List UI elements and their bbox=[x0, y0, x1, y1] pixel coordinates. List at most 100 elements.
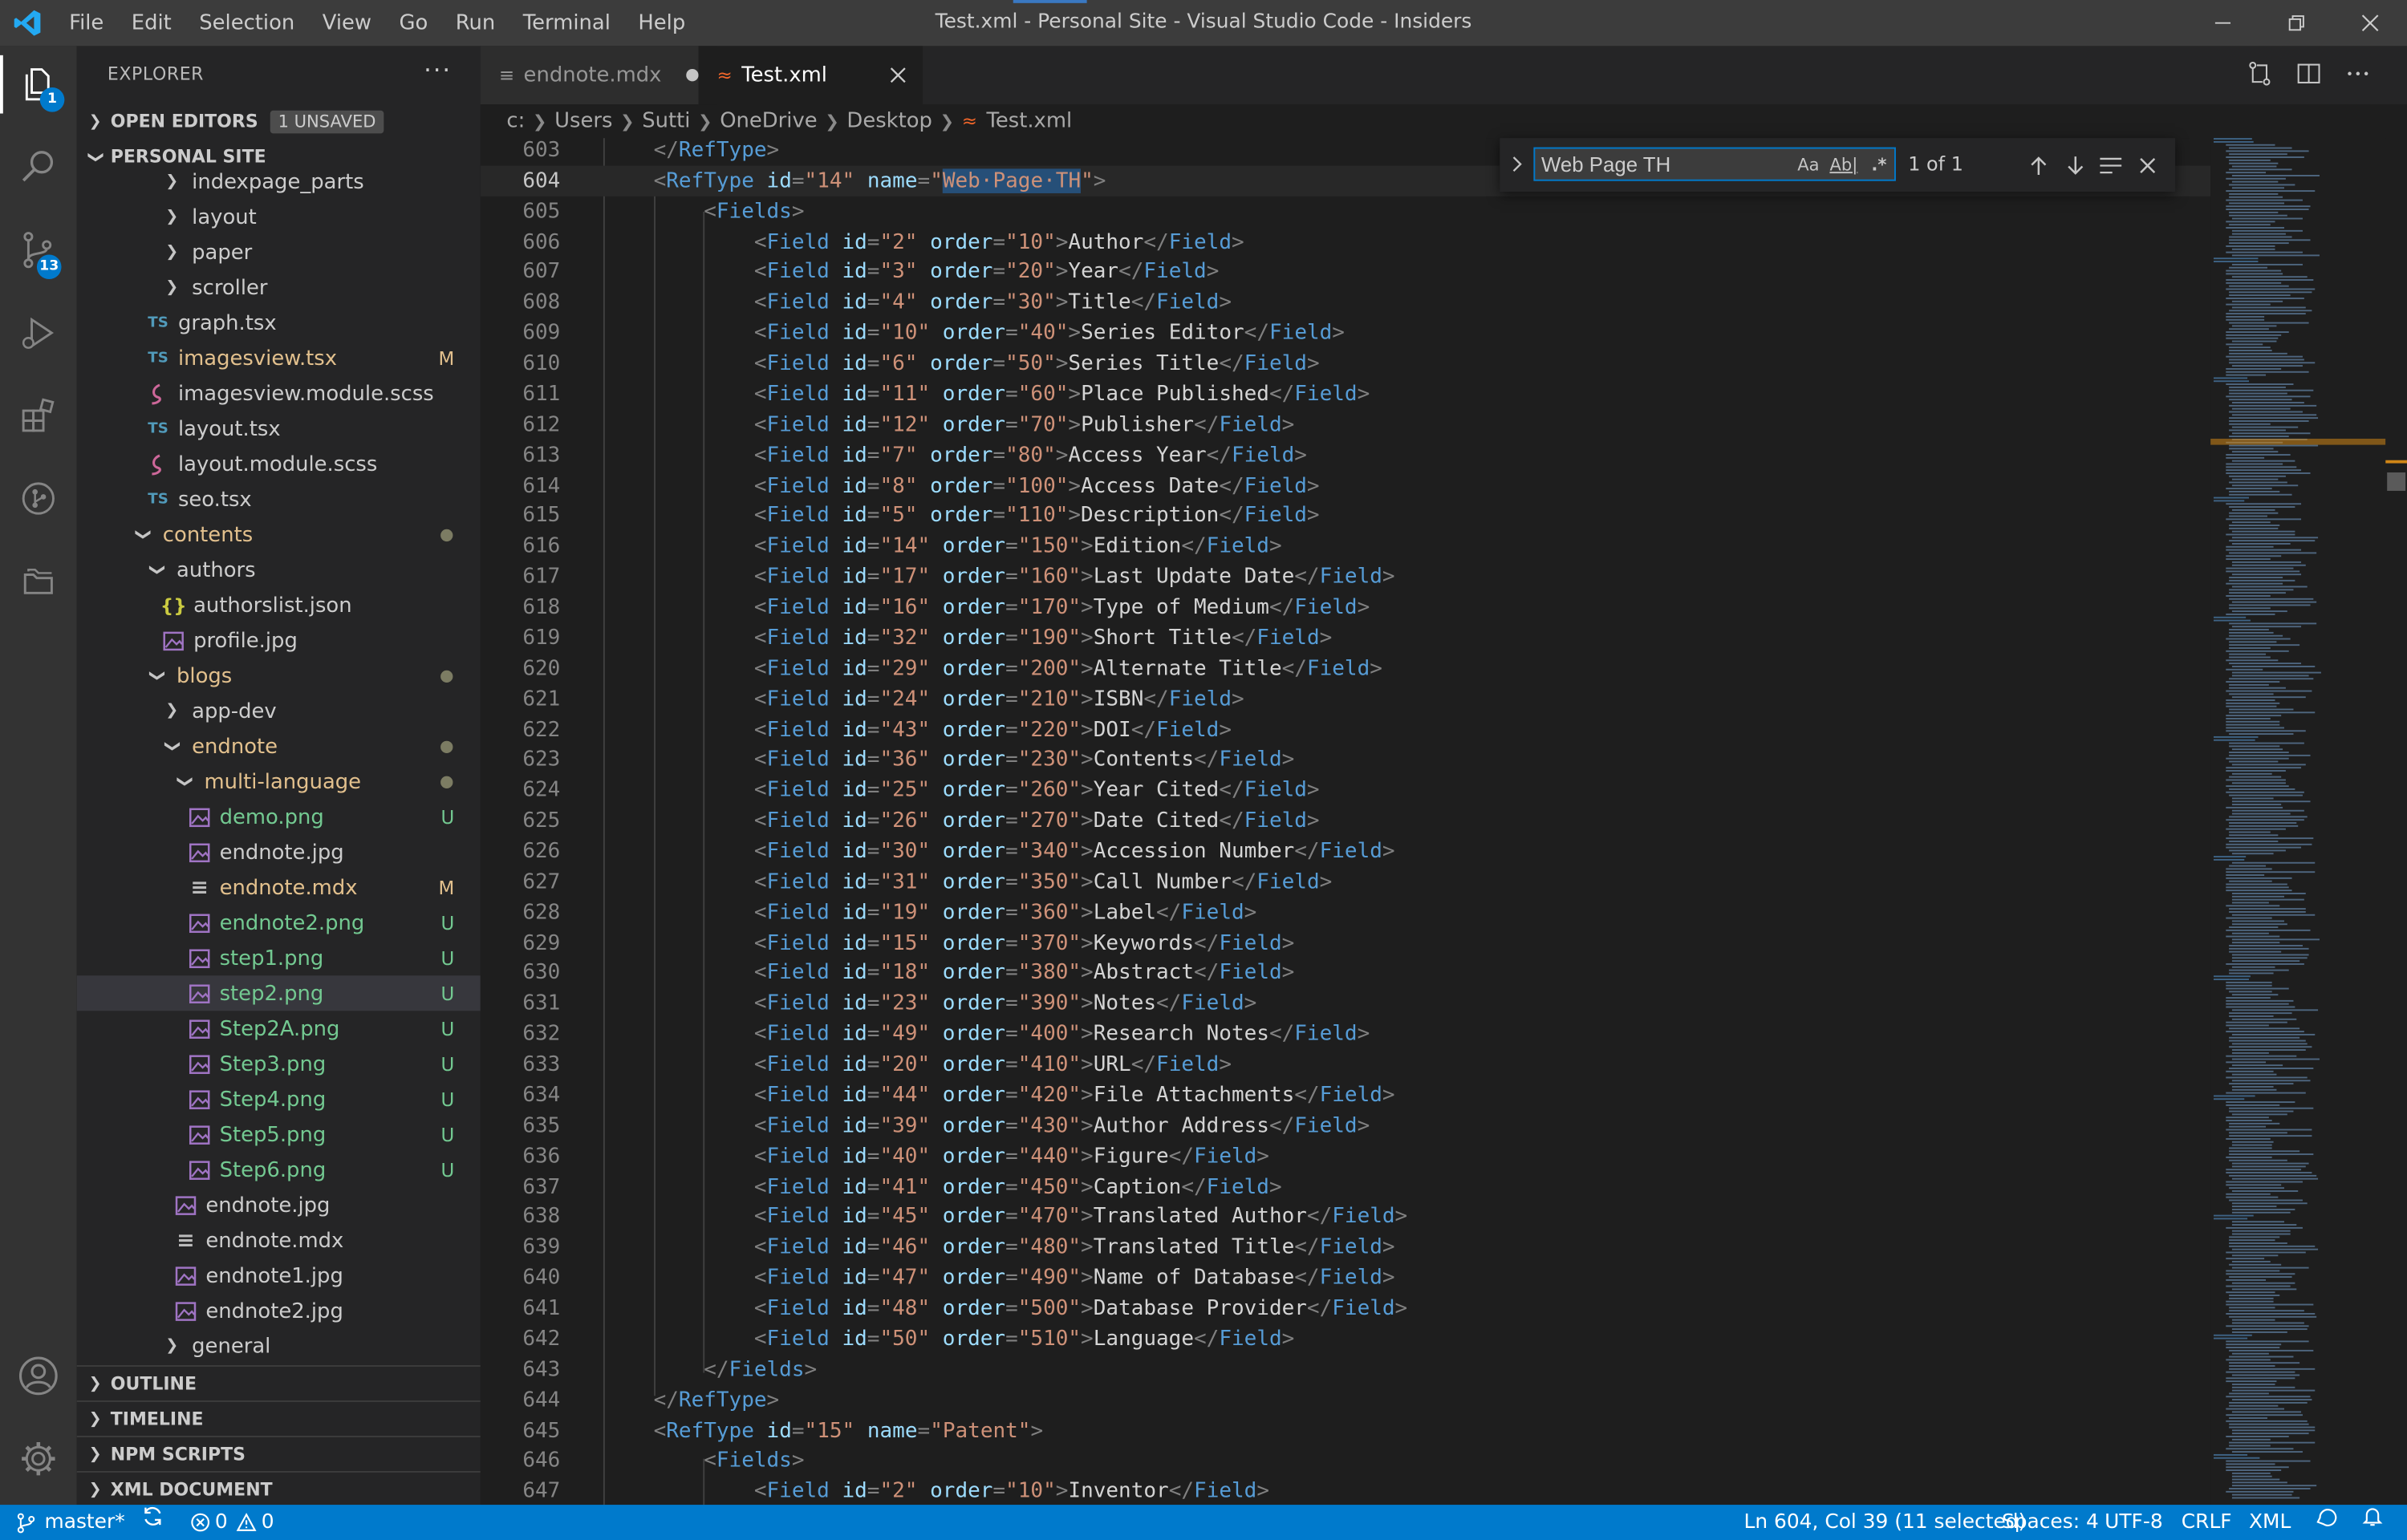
breadcrumb-item[interactable]: Test.xml bbox=[986, 109, 1072, 134]
source-control-button[interactable]: 13 bbox=[0, 212, 77, 289]
menu-edit[interactable]: Edit bbox=[118, 0, 185, 46]
toggle-replace-chevron-icon[interactable] bbox=[1509, 155, 1524, 173]
tree-folder[interactable]: ❯ app-dev bbox=[77, 693, 481, 728]
tree-file[interactable]: endnote1.jpg bbox=[77, 1258, 481, 1293]
tree-folder[interactable]: ❯ contents bbox=[77, 517, 481, 552]
tree-file[interactable]: profile.jpg bbox=[77, 622, 481, 658]
restore-button[interactable] bbox=[2259, 0, 2333, 46]
line-ending[interactable]: CRLF bbox=[2182, 1505, 2232, 1540]
open-changes-icon[interactable] bbox=[2246, 60, 2273, 87]
tree-file[interactable]: step1.png U bbox=[77, 940, 481, 975]
close-tab-icon[interactable] bbox=[889, 66, 907, 84]
breadcrumb-item[interactable]: Users bbox=[554, 109, 612, 134]
tab-endnote-mdx[interactable]: ≡ endnote.mdx bbox=[480, 46, 717, 105]
tree-file[interactable]: ≡ endnote.mdx bbox=[77, 1222, 481, 1258]
close-window-button[interactable] bbox=[2333, 0, 2407, 46]
tree-folder[interactable]: ❯ layout bbox=[77, 200, 481, 235]
xml-document-section[interactable]: ❯ XML DOCUMENT bbox=[76, 1470, 481, 1505]
tree-file[interactable]: Step5.png U bbox=[77, 1116, 481, 1152]
previous-match-button[interactable] bbox=[2023, 150, 2054, 180]
feedback-button[interactable] bbox=[2315, 1505, 2338, 1528]
menu-view[interactable]: View bbox=[309, 0, 386, 46]
extensions-button[interactable] bbox=[0, 377, 77, 454]
menu-terminal[interactable]: Terminal bbox=[509, 0, 625, 46]
timeline-section[interactable]: ❯ TIMELINE bbox=[76, 1400, 481, 1436]
outline-section[interactable]: ❯ OUTLINE bbox=[76, 1365, 481, 1400]
breadcrumb-item[interactable]: OneDrive bbox=[720, 109, 817, 134]
tree-file[interactable]: imagesview.module.scss bbox=[77, 376, 481, 411]
tree-folder[interactable]: ❯ blogs bbox=[77, 658, 481, 693]
breadcrumb-item[interactable]: Desktop bbox=[846, 109, 932, 134]
sync-button[interactable] bbox=[141, 1505, 164, 1528]
find-input[interactable] bbox=[1540, 148, 1788, 180]
tree-file[interactable]: step2.png U bbox=[76, 975, 481, 1011]
next-match-button[interactable] bbox=[2060, 150, 2091, 180]
image-file-icon bbox=[187, 981, 212, 1006]
tree-folder[interactable]: ❯ endnote bbox=[77, 728, 481, 764]
tree-file[interactable]: TS imagesview.tsx M bbox=[77, 341, 481, 376]
minimize-button[interactable] bbox=[2186, 0, 2260, 46]
tree-file[interactable]: layout.module.scss bbox=[77, 447, 481, 482]
breadcrumb-item[interactable]: Sutti bbox=[642, 109, 690, 134]
menu-run[interactable]: Run bbox=[442, 0, 509, 46]
menu-file[interactable]: File bbox=[55, 0, 118, 46]
tree-file[interactable]: Step3.png U bbox=[77, 1046, 481, 1081]
tree-file[interactable]: ≡ endnote.mdx M bbox=[77, 869, 481, 905]
explorer-button[interactable]: 1 bbox=[0, 46, 77, 123]
find-in-selection-button[interactable] bbox=[2096, 150, 2126, 180]
encoding[interactable]: UTF-8 bbox=[2105, 1505, 2163, 1540]
tree-file[interactable]: demo.png U bbox=[77, 799, 481, 834]
tree-folder[interactable]: ❯ indexpage_parts bbox=[77, 164, 481, 200]
match-whole-word-toggle[interactable]: Ab| bbox=[1829, 150, 1859, 177]
menu-go[interactable]: Go bbox=[385, 0, 441, 46]
minimap-line bbox=[2226, 331, 2288, 334]
tree-folder[interactable]: ❯ multi-language bbox=[77, 764, 481, 799]
tree-folder[interactable]: ❯ scroller bbox=[77, 270, 481, 306]
tree-file[interactable]: Step2A.png U bbox=[77, 1011, 481, 1046]
git-graph-button[interactable] bbox=[0, 460, 77, 537]
tree-file[interactable]: endnote2.png U bbox=[77, 905, 481, 940]
open-editors-section[interactable]: ❯ OPEN EDITORS 1 UNSAVED bbox=[77, 104, 481, 138]
use-regex-toggle[interactable]: .* bbox=[1864, 150, 1894, 177]
split-editor-icon[interactable] bbox=[2295, 60, 2322, 87]
menu-help[interactable]: Help bbox=[624, 0, 699, 46]
vertical-scrollbar[interactable] bbox=[2385, 138, 2407, 1506]
accounts-button[interactable] bbox=[0, 1338, 77, 1415]
tree-file[interactable]: endnote.jpg bbox=[77, 1187, 481, 1222]
manage-button[interactable] bbox=[0, 1420, 77, 1497]
code-line: 606 <Field id="2" order="10">Author</Fie… bbox=[481, 226, 2210, 257]
tree-folder[interactable]: ❯ paper bbox=[77, 235, 481, 270]
code-text: <Field id="30" order="340">Accession Num… bbox=[753, 839, 1395, 864]
tree-folder[interactable]: ❯ authors bbox=[77, 552, 481, 587]
tree-file[interactable]: TS seo.tsx bbox=[77, 481, 481, 517]
tree-file[interactable]: endnote2.jpg bbox=[77, 1293, 481, 1328]
match-case-toggle[interactable]: Aa bbox=[1793, 150, 1824, 177]
tree-file[interactable]: {} authorslist.json bbox=[77, 587, 481, 622]
breadcrumb-item[interactable]: c: bbox=[506, 109, 525, 134]
minimap-line bbox=[2231, 229, 2303, 233]
tree-file[interactable]: TS graph.tsx bbox=[77, 306, 481, 341]
tree-folder[interactable]: ❯ general bbox=[77, 1328, 481, 1364]
scrollbar-thumb[interactable] bbox=[2387, 472, 2406, 491]
menu-selection[interactable]: Selection bbox=[185, 0, 308, 46]
project-manager-button[interactable] bbox=[0, 543, 77, 620]
tree-file[interactable]: TS layout.tsx bbox=[77, 411, 481, 447]
indentation[interactable]: Spaces: 4 bbox=[2002, 1505, 2099, 1540]
more-actions-icon[interactable] bbox=[2344, 60, 2372, 87]
tab-test-xml[interactable]: ≈ Test.xml bbox=[698, 46, 923, 105]
search-button[interactable] bbox=[0, 129, 77, 206]
language-mode[interactable]: XML bbox=[2249, 1505, 2291, 1540]
minimap[interactable] bbox=[2210, 138, 2386, 1506]
cursor-position[interactable]: Ln 604, Col 39 (11 selected) bbox=[1744, 1505, 2027, 1540]
npm-scripts-section[interactable]: ❯ NPM SCRIPTS bbox=[76, 1436, 481, 1471]
code-editor[interactable]: 603 </RefType> 604 <RefType id="14" name=… bbox=[480, 138, 2211, 1506]
tree-file[interactable]: Step6.png U bbox=[77, 1152, 481, 1187]
close-find-button[interactable] bbox=[2133, 150, 2163, 180]
problems-indicator[interactable]: 0 0 bbox=[190, 1505, 274, 1540]
tree-file[interactable]: Step4.png U bbox=[77, 1081, 481, 1116]
tree-file[interactable]: endnote.jpg bbox=[77, 834, 481, 869]
branch-indicator[interactable]: master* bbox=[15, 1505, 125, 1540]
notifications-button[interactable] bbox=[2361, 1505, 2385, 1528]
sidebar-more-button[interactable]: ··· bbox=[424, 55, 452, 84]
run-debug-button[interactable] bbox=[0, 294, 77, 371]
